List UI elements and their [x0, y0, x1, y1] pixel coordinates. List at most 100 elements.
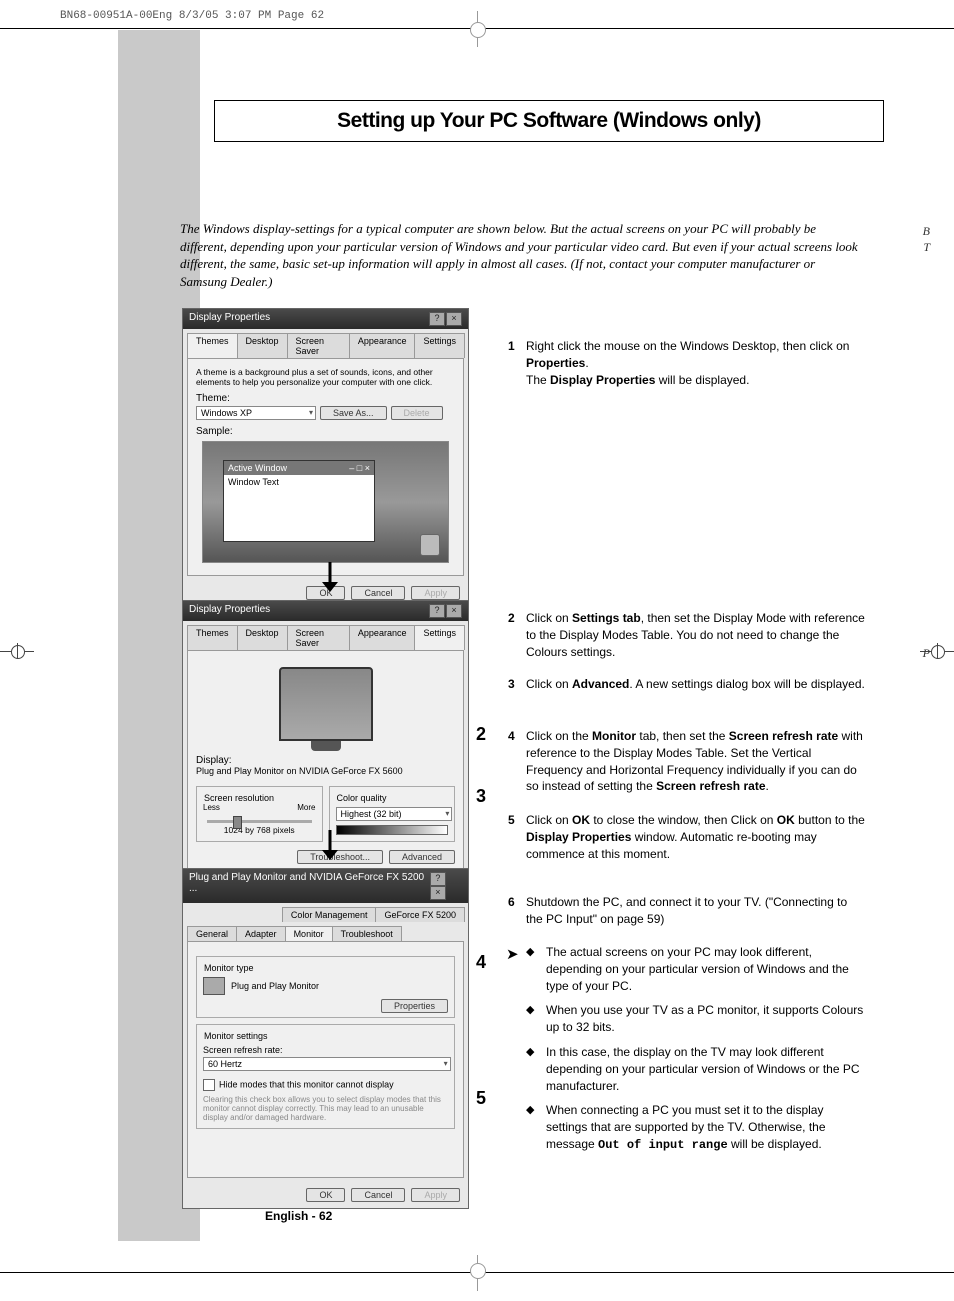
advanced-button[interactable]: Advanced	[389, 850, 455, 864]
window-title: Display Properties	[189, 604, 270, 618]
ok-button[interactable]: OK	[306, 1188, 345, 1202]
tab-general[interactable]: General	[187, 926, 237, 941]
resolution-value: 1024 by 768 pixels	[203, 825, 316, 835]
text: Right click the mouse on the Windows Des…	[526, 339, 849, 353]
tabs: Themes Desktop Screen Saver Appearance S…	[183, 329, 468, 358]
tab-adapter[interactable]: Adapter	[236, 926, 286, 941]
theme-help-text: A theme is a background plus a set of so…	[196, 367, 455, 387]
hide-modes-label: Hide modes that this monitor cannot disp…	[219, 1079, 394, 1089]
theme-preview: Active Window– □ × Window Text	[202, 441, 449, 563]
step-6: 6 Shutdown the PC, and connect it to you…	[526, 894, 866, 928]
tab-color-management[interactable]: Color Management	[282, 907, 377, 922]
step-number: 1	[508, 338, 515, 355]
text: button to the	[795, 813, 865, 827]
color-quality-dropdown[interactable]: Highest (32 bit)	[336, 807, 453, 821]
display-value: Plug and Play Monitor on NVIDIA GeForce …	[196, 766, 455, 776]
save-as-button[interactable]: Save As...	[320, 406, 387, 420]
text: .	[766, 779, 769, 793]
active-window-title: Active Window	[228, 463, 287, 473]
troubleshoot-button[interactable]: Troubleshoot...	[297, 850, 383, 864]
note-item: When you use your TV as a PC monitor, it…	[526, 1002, 866, 1036]
text: Shutdown the PC, and connect it to your …	[526, 895, 847, 926]
bold: Display Properties	[526, 830, 631, 844]
flow-arrow-icon	[320, 830, 340, 860]
titlebar: Display Properties ?×	[183, 601, 468, 621]
sample-label: Sample:	[196, 426, 455, 437]
step-3: 3 Click on Advanced. A new settings dial…	[526, 676, 866, 693]
help-icon[interactable]: ?	[430, 872, 446, 886]
window-text-sample: Window Text	[224, 475, 374, 489]
display-label: Display:	[196, 755, 455, 766]
callout-3: 3	[476, 786, 486, 807]
page-title: Setting up Your PC Software (Windows onl…	[214, 100, 884, 142]
notes-list: ➤ The actual screens on your PC may look…	[526, 944, 866, 1162]
close-icon[interactable]: ×	[446, 604, 462, 618]
text: The	[526, 373, 550, 387]
tab-desktop[interactable]: Desktop	[237, 333, 288, 358]
bold: OK	[777, 813, 795, 827]
refresh-rate-label: Screen refresh rate:	[203, 1045, 448, 1055]
tab-themes[interactable]: Themes	[187, 625, 238, 650]
margin-letter: B	[923, 224, 930, 239]
note-item: The actual screens on your PC may look d…	[526, 944, 866, 994]
note-item: In this case, the display on the TV may …	[526, 1044, 866, 1094]
tab-appearance[interactable]: Appearance	[349, 625, 416, 650]
cancel-button[interactable]: Cancel	[351, 1188, 405, 1202]
bold: OK	[572, 813, 590, 827]
step-number: 3	[508, 676, 515, 693]
theme-dropdown[interactable]: Windows XP	[196, 406, 316, 420]
bold: Display Properties	[550, 373, 655, 387]
step-2: 2 Click on Settings tab, then set the Di…	[526, 610, 866, 660]
step-number: 4	[508, 728, 515, 745]
apply-button[interactable]: Apply	[411, 1188, 460, 1202]
resolution-label: Screen resolution	[201, 793, 277, 803]
tab-screensaver[interactable]: Screen Saver	[287, 333, 350, 358]
flow-arrow-icon	[320, 562, 340, 592]
tab-themes[interactable]: Themes	[187, 333, 238, 358]
text: Click on	[526, 677, 572, 691]
text: to close the window, then Click on	[590, 813, 777, 827]
text: Click on	[526, 813, 572, 827]
properties-button[interactable]: Properties	[381, 999, 448, 1013]
window-buttons: ?×	[428, 604, 462, 618]
more-label: More	[297, 803, 315, 812]
note-arrow-icon: ➤	[506, 944, 519, 965]
step-1: 1 Right click the mouse on the Windows D…	[526, 338, 866, 388]
window-title: Display Properties	[189, 312, 270, 326]
monitor-name: Plug and Play Monitor	[231, 981, 319, 991]
close-icon[interactable]: ×	[430, 886, 446, 900]
window-title: Plug and Play Monitor and NVIDIA GeForce…	[189, 872, 429, 900]
cancel-button[interactable]: Cancel	[351, 586, 405, 600]
resolution-slider[interactable]	[207, 820, 312, 823]
help-icon[interactable]: ?	[429, 312, 445, 326]
close-icon[interactable]: ×	[446, 312, 462, 326]
delete-button[interactable]: Delete	[391, 406, 443, 420]
text: will be displayed.	[655, 373, 749, 387]
tab-settings[interactable]: Settings	[414, 333, 465, 358]
tab-monitor[interactable]: Monitor	[285, 926, 333, 941]
callout-2: 2	[476, 724, 486, 745]
tab-troubleshoot[interactable]: Troubleshoot	[332, 926, 402, 941]
bold: Advanced	[572, 677, 629, 691]
tab-appearance[interactable]: Appearance	[349, 333, 416, 358]
bold: Monitor	[592, 729, 636, 743]
tab-geforce[interactable]: GeForce FX 5200	[375, 907, 465, 922]
refresh-rate-dropdown[interactable]: 60 Hertz	[203, 1057, 451, 1071]
titlebar: Plug and Play Monitor and NVIDIA GeForce…	[183, 869, 468, 903]
page-footer: English - 62	[265, 1209, 332, 1223]
color-quality-label: Color quality	[334, 793, 390, 803]
help-icon[interactable]: ?	[429, 604, 445, 618]
hide-modes-checkbox[interactable]	[203, 1079, 215, 1091]
step-number: 6	[508, 894, 515, 911]
tab-desktop[interactable]: Desktop	[237, 625, 288, 650]
less-label: Less	[203, 803, 220, 812]
tab-screensaver[interactable]: Screen Saver	[287, 625, 350, 650]
step-number: 2	[508, 610, 515, 627]
step-number: 5	[508, 812, 515, 829]
text: will be displayed.	[728, 1137, 822, 1151]
callout-5: 5	[476, 1088, 486, 1109]
monitor-type-label: Monitor type	[201, 963, 257, 973]
tabs: Themes Desktop Screen Saver Appearance S…	[183, 621, 468, 650]
apply-button[interactable]: Apply	[411, 586, 460, 600]
tab-settings[interactable]: Settings	[414, 625, 465, 650]
